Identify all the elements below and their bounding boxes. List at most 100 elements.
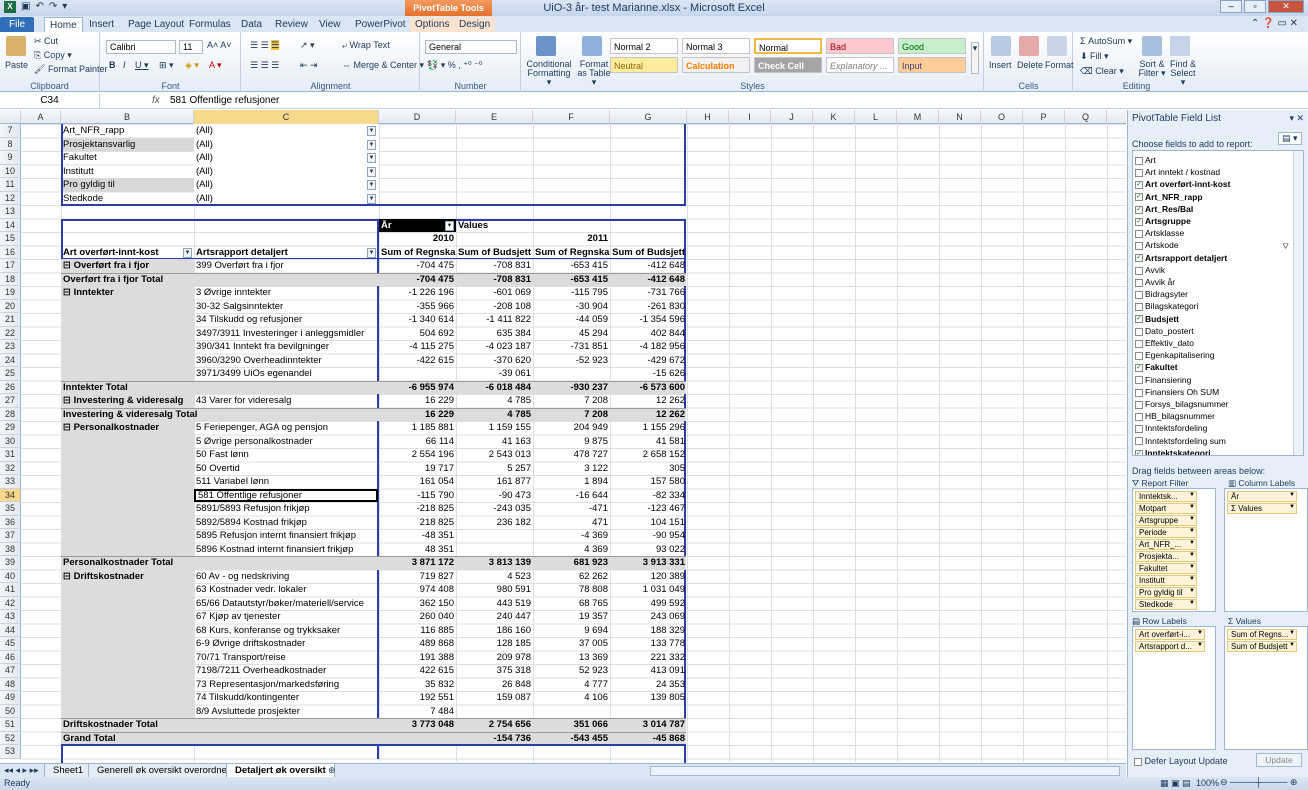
area-field-chip[interactable]: År [1227,491,1297,502]
detail-label[interactable]: 8/9 Avsluttede prosjekter [194,705,378,719]
row-header-30[interactable]: 30 [0,434,21,448]
column-header-g[interactable]: G [610,110,687,124]
style-normal[interactable]: Normal [754,38,822,54]
chip-dropdown-icon[interactable]: ▼ [1197,630,1213,636]
selected-cell[interactable]: 581 Offentlige refusjoner [194,488,378,502]
field-item[interactable]: Artskode [1135,239,1179,251]
sort-filter-button[interactable]: Sort & Filter ▾ [1136,60,1168,78]
area-field-chip[interactable]: Inntektsk... [1135,491,1197,502]
field-item[interactable]: ✓ Art_NFR_rapp [1135,191,1203,203]
name-box[interactable]: C34 [0,93,100,109]
detail-label[interactable]: 5896 Kostnad internt finansiert frikjøp [194,543,378,557]
row-header-12[interactable]: 12 [0,191,21,205]
row-header-36[interactable]: 36 [0,515,21,529]
column-header-o[interactable]: O [981,110,1023,124]
row-header-10[interactable]: 10 [0,164,21,178]
fill-color-icon[interactable]: ◈ ▾ [185,60,199,71]
style-neutral[interactable]: Neutral [610,57,678,73]
layout-options-icon[interactable]: ▤ ▾ [1278,132,1302,145]
chip-dropdown-icon[interactable]: ▼ [1189,492,1213,498]
row-header-31[interactable]: 31 [0,448,21,462]
tab-page-layout[interactable]: Page Layout [123,17,189,32]
field-checkbox-icon[interactable]: ✓ [1135,254,1143,263]
tab-view[interactable]: View [314,17,346,32]
format-cells-icon[interactable] [1047,36,1067,56]
row-header-23[interactable]: 23 [0,340,21,354]
insert-cells-icon[interactable] [991,36,1011,56]
column-header-b[interactable]: B [61,110,194,124]
detail-label[interactable]: 43 Varer for videresalg [194,394,378,408]
row-labels-area[interactable]: Art overført-i... ▼ Artsrapport d... ▼ [1132,626,1216,750]
font-name-select[interactable]: Calibri [106,40,176,54]
field-checkbox-icon[interactable]: ✓ [1135,205,1143,214]
row-label-dropdown-icon[interactable]: ▼ [367,247,376,258]
row-header-9[interactable]: 9 [0,151,21,165]
detail-label[interactable]: 50 Overtid [194,462,378,476]
column-header-e[interactable]: E [456,110,533,124]
field-checkbox-icon[interactable] [1135,290,1143,299]
detail-label[interactable]: 73 Representasjon/markedsføring [194,678,378,692]
insert-button[interactable]: Insert [989,60,1012,70]
format-table-icon[interactable] [582,36,602,56]
row-header-42[interactable]: 42 [0,596,21,610]
field-list-scrollbar[interactable] [1293,151,1303,455]
row-header-43[interactable]: 43 [0,610,21,624]
detail-label[interactable]: 5891/5893 Refusjon frikjøp [194,502,378,516]
field-item[interactable]: HB_bilagsnummer [1135,410,1215,422]
close-panel-icon[interactable]: ▾ ✕ [1289,113,1304,124]
field-item[interactable]: Inntektsfordeling sum [1135,435,1226,447]
field-checkbox-icon[interactable] [1135,156,1143,165]
field-checkbox-icon[interactable] [1135,400,1143,409]
group-label[interactable]: ⊟ Overført fra i fjor [61,259,194,273]
filter-dropdown-icon[interactable]: ▼ [367,166,376,177]
paste-icon[interactable] [6,36,26,56]
row-header-47[interactable]: 47 [0,664,21,678]
chip-dropdown-icon[interactable]: ▼ [1189,528,1213,534]
column-header-c[interactable]: C [194,110,379,124]
area-field-chip[interactable]: Stedkode [1135,599,1197,610]
field-checkbox-icon[interactable]: ✓ [1135,364,1143,373]
delete-cells-icon[interactable] [1019,36,1039,56]
field-checkbox-icon[interactable]: ✓ [1135,449,1143,455]
style-normal-3[interactable]: Normal 3 [682,38,750,54]
area-field-chip[interactable]: Artsrapport d... [1135,641,1205,652]
row-header-44[interactable]: 44 [0,623,21,637]
paste-button[interactable]: Paste [5,60,28,70]
indent-icon[interactable]: ⇤ ⇥ [300,60,318,71]
row-header-45[interactable]: 45 [0,637,21,651]
clear-button[interactable]: ⌫ Clear ▾ [1080,66,1124,77]
grow-font-icon[interactable]: A˄ A˅ [207,40,232,50]
chip-dropdown-icon[interactable]: ▼ [1289,504,1305,510]
style-normal-2[interactable]: Normal 2 [610,38,678,54]
filter-dropdown-icon[interactable]: ▼ [367,153,376,163]
sort-filter-icon[interactable] [1142,36,1162,56]
field-item[interactable]: Avvik [1135,264,1165,276]
row-header-16[interactable]: 16 [0,245,21,259]
row-header-24[interactable]: 24 [0,353,21,367]
row-header-49[interactable]: 49 [0,691,21,705]
field-item[interactable]: ✓ Fakultet [1135,361,1178,373]
field-item[interactable]: Finansiers Oh SUM [1135,386,1219,398]
tab-review[interactable]: Review [270,17,313,32]
maximize-icon[interactable]: ▫ [1244,0,1266,13]
group-label[interactable]: ⊟ Inntekter [61,286,194,300]
chip-dropdown-icon[interactable]: ▼ [1197,642,1213,648]
detail-label[interactable]: 5 Feriepenger, AGA og pensjon [194,421,378,435]
row-header-27[interactable]: 27 [0,394,21,408]
row-header-53[interactable]: 53 [0,745,21,759]
detail-label[interactable]: 70/71 Transport/reise [194,651,378,665]
underline-icon[interactable]: U ▾ [135,60,149,71]
chip-dropdown-icon[interactable]: ▼ [1289,642,1305,648]
detail-label[interactable]: 5895 Refusjon internt finansiert frikjøp [194,529,378,543]
field-item[interactable]: Dato_postert [1135,325,1194,337]
detail-label[interactable]: 390/341 Inntekt fra bevilgninger [194,340,378,354]
detail-label[interactable]: 50 Fast lønn [194,448,378,462]
detail-label[interactable]: 68 Kurs, konferanse og trykksaker [194,624,378,638]
field-checkbox-icon[interactable]: ✓ [1135,217,1143,226]
style-explanatory[interactable]: Explanatory ... [826,57,894,73]
row-header-37[interactable]: 37 [0,529,21,543]
new-sheet-icon[interactable]: ⊕ [328,765,336,776]
row-header-28[interactable]: 28 [0,407,21,421]
filter-dropdown-icon[interactable]: ▼ [367,139,376,150]
field-checkbox-icon[interactable] [1135,242,1143,251]
